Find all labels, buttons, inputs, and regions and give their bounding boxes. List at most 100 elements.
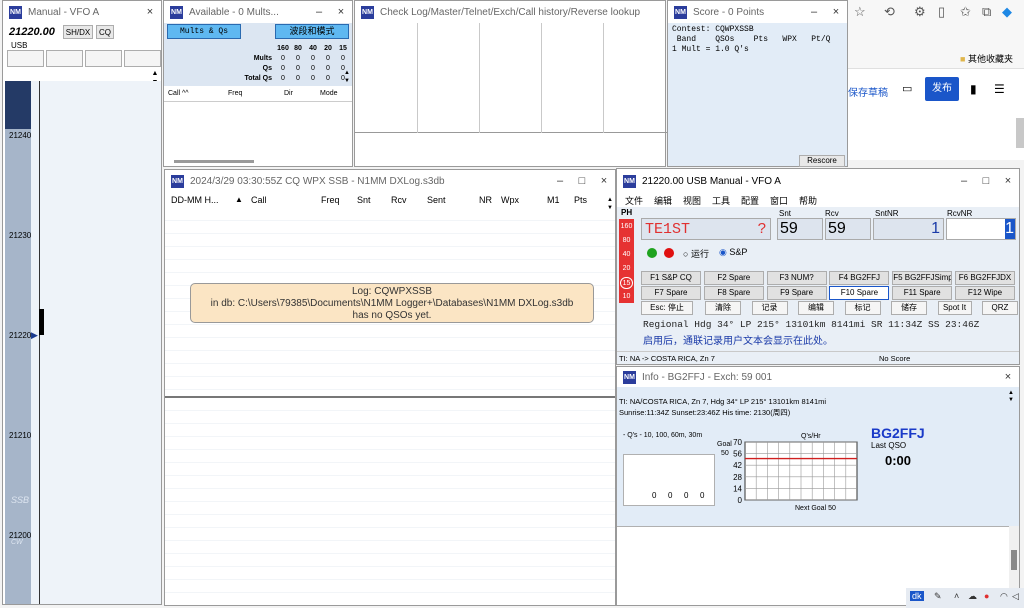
minimize-icon[interactable]: – (803, 6, 825, 18)
action-key-button[interactable]: 标记 (844, 301, 881, 315)
function-key-button[interactable]: F11 Spare (892, 286, 953, 300)
band-mode-button[interactable]: 波段和模式 (275, 24, 349, 39)
run-radio[interactable]: ○ 运行 (683, 247, 709, 260)
rcvnr-input[interactable]: 1 (946, 218, 1016, 240)
save-draft-link[interactable]: 保存草稿 (848, 84, 888, 99)
list-icon[interactable]: ☰ (994, 82, 1005, 96)
mults-scrollbar[interactable]: ▲ ▼ (342, 69, 352, 85)
pen-icon[interactable]: ✎ (934, 591, 942, 602)
extensions-icon[interactable]: ⚙ (914, 4, 926, 20)
function-key-button[interactable]: F3 NUM? (766, 271, 827, 285)
volume-icon[interactable]: ◁ (1012, 591, 1019, 602)
cloud-icon[interactable]: ☁ (968, 591, 977, 602)
app-tray-icon[interactable]: dk (910, 591, 924, 601)
band-button[interactable]: 160 (620, 221, 633, 233)
snt-input[interactable]: 59 (777, 218, 823, 240)
spot-button-1[interactable] (7, 50, 44, 67)
minimize-icon[interactable]: – (953, 175, 975, 187)
sidebar-toggle-icon[interactable]: ▮ (970, 82, 977, 96)
log-column-header[interactable]: Freq (321, 195, 340, 205)
monitor-icon[interactable]: ▭ (902, 82, 912, 95)
refresh-icon[interactable]: ⟲ (884, 4, 895, 20)
log-column-header[interactable]: NR (479, 195, 492, 205)
band-button[interactable]: 40 (620, 249, 633, 261)
action-key-button[interactable]: 储存 (891, 301, 927, 315)
band-button[interactable]: 15 (620, 277, 633, 289)
bookmark-folder[interactable]: ■ 其他收藏夹 (960, 52, 1013, 65)
function-key-button[interactable]: F7 Spare (641, 286, 701, 300)
close-icon[interactable]: × (825, 6, 847, 18)
info-scrollbar[interactable]: ▲ ▼ (1006, 390, 1016, 404)
action-key-button[interactable]: 记录 (751, 301, 788, 315)
close-icon[interactable]: × (997, 175, 1019, 187)
copilot-icon[interactable]: ◆ (1002, 4, 1012, 20)
log-column-header[interactable]: Rcv (391, 195, 407, 205)
log-column-header[interactable]: Call (251, 195, 267, 205)
log-column-header[interactable]: Wpx (501, 195, 519, 205)
menu-item[interactable]: 视图 (683, 194, 701, 207)
action-key-button[interactable]: Spot It (937, 301, 972, 315)
action-key-button[interactable]: Esc: 停止 (641, 301, 693, 315)
spot-button-3[interactable] (85, 50, 122, 67)
function-key-button[interactable]: F10 Spare (829, 286, 890, 300)
menu-item[interactable]: 窗口 (770, 194, 788, 207)
split-icon[interactable]: ▯ (938, 4, 945, 20)
log-column-header[interactable]: DD-MM H... (171, 195, 219, 205)
cq-button[interactable]: CQ (96, 25, 114, 39)
sh-dx-button[interactable]: SH/DX (63, 25, 93, 39)
star-icon[interactable]: ☆ (854, 4, 866, 20)
minimize-icon[interactable]: – (308, 6, 330, 18)
scroll-thumb[interactable] (1011, 550, 1017, 570)
close-icon[interactable]: × (330, 6, 352, 18)
call-input[interactable]: TE1ST ? (641, 218, 771, 240)
function-key-button[interactable]: F4 BG2FFJ (829, 271, 890, 285)
log-column-header[interactable]: M1 (547, 195, 560, 205)
sntnr-input[interactable]: 1 (873, 218, 944, 240)
log-column-header[interactable]: Sent (427, 195, 446, 205)
spot-button-2[interactable] (46, 50, 83, 67)
log-column-header[interactable]: Snt (357, 195, 371, 205)
band-button[interactable]: 80 (620, 235, 633, 247)
spot-button-4[interactable] (124, 50, 161, 67)
favorites-icon[interactable]: ✩ (960, 4, 971, 20)
rcv-input[interactable]: 59 (825, 218, 871, 240)
menu-item[interactable]: 配置 (741, 194, 759, 207)
function-key-button[interactable]: F6 BG2FFJDX (955, 271, 1015, 285)
band-button[interactable]: 10 (620, 291, 633, 303)
action-key-button[interactable]: 编辑 (798, 301, 834, 315)
function-key-button[interactable]: F8 Spare (703, 286, 764, 300)
people-icon[interactable]: ● (984, 591, 989, 601)
minimize-icon[interactable]: – (549, 175, 571, 187)
close-icon[interactable]: × (593, 175, 615, 187)
function-key-button[interactable]: F9 Spare (766, 286, 827, 300)
spots-scrollbar[interactable] (174, 160, 254, 163)
function-key-button[interactable]: F12 Wipe (955, 286, 1015, 300)
publish-button[interactable]: 发布 (925, 77, 959, 101)
menu-item[interactable]: 文件 (625, 194, 643, 207)
band-button[interactable]: 20 (620, 263, 633, 275)
log-scrollbar[interactable]: ▲ ▼ (605, 196, 615, 212)
bandmap-area[interactable]: 21240 21230 21220 21210 21200 ▶ SSB CW (5, 81, 161, 604)
mults-qs-button[interactable]: Mults & Qs (167, 24, 241, 39)
browser-scrollbar[interactable] (1016, 118, 1024, 148)
sp-radio[interactable]: ◉ S&P (719, 247, 747, 258)
action-key-button[interactable]: 清除 (705, 301, 741, 315)
action-key-button[interactable]: QRZ (982, 301, 1018, 315)
function-key-button[interactable]: F5 BG2FFJSimp (892, 271, 953, 285)
column-header[interactable]: Dir (284, 90, 293, 97)
column-header[interactable]: Call ^^ (168, 90, 189, 97)
rescore-button[interactable]: Rescore (799, 155, 845, 167)
maximize-icon[interactable]: □ (975, 175, 997, 187)
function-key-button[interactable]: F2 Spare (703, 271, 764, 285)
column-header[interactable]: Freq (228, 90, 242, 97)
menu-item[interactable]: 编辑 (654, 194, 672, 207)
collections-icon[interactable]: ⧉ (982, 4, 991, 20)
close-icon[interactable]: × (139, 6, 161, 18)
column-header[interactable]: Mode (320, 90, 338, 97)
function-key-button[interactable]: F1 S&P CQ (641, 271, 701, 285)
chevron-up-icon[interactable]: ˄ (954, 591, 959, 601)
menu-item[interactable]: 工具 (712, 194, 730, 207)
maximize-icon[interactable]: □ (571, 175, 593, 187)
menu-item[interactable]: 帮助 (799, 194, 817, 207)
wifi-icon[interactable]: ◠ (1000, 591, 1008, 602)
